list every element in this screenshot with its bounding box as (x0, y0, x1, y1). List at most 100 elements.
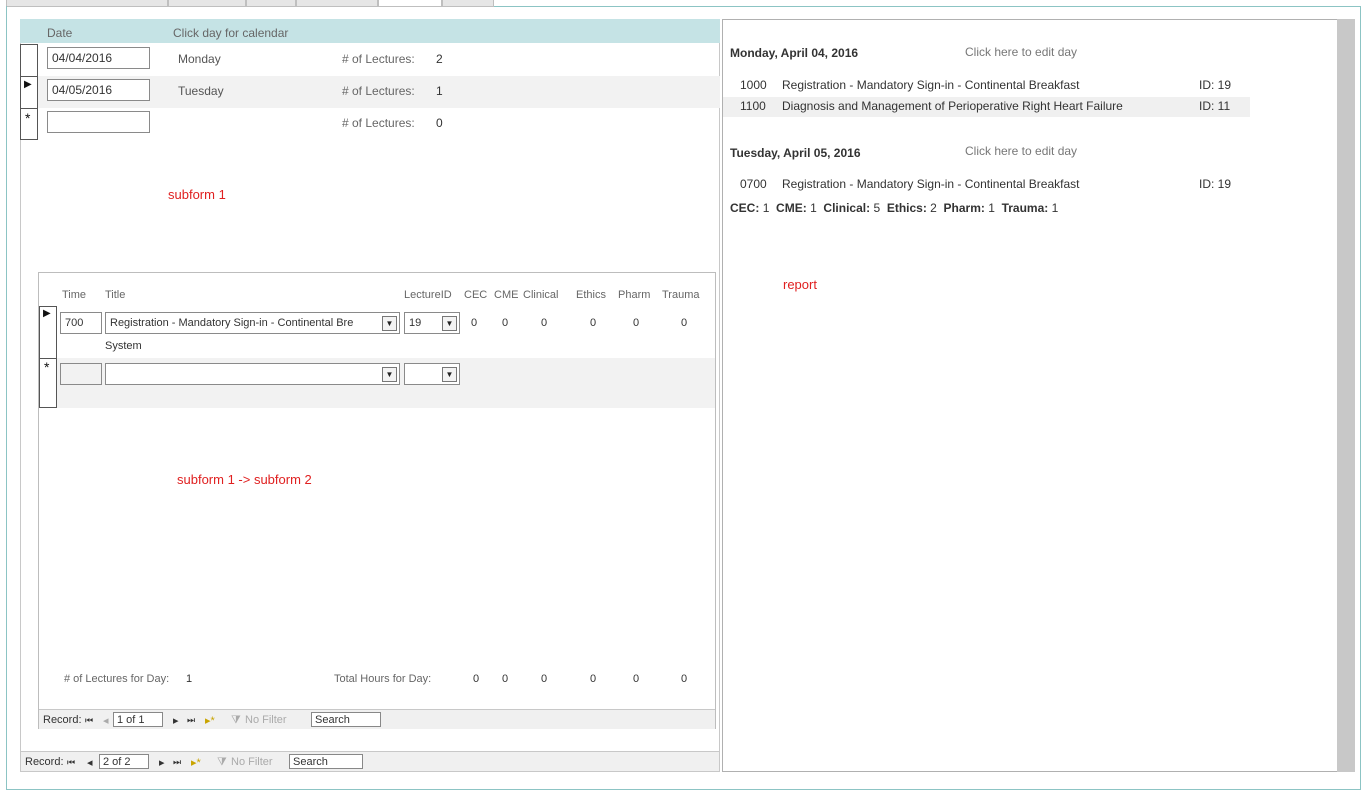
total-pharm-value: 1 (988, 201, 995, 215)
total-cme: 0 (502, 673, 509, 685)
ethics-value: 0 (590, 317, 597, 329)
subform-2-annotation: subform 1 -> subform 2 (177, 472, 312, 487)
new-record-nav-icon[interactable]: ▸* (191, 756, 201, 769)
date-field[interactable] (47, 111, 150, 133)
last-record-icon[interactable]: ⏭ (187, 715, 195, 726)
filter-icon[interactable]: ⧩ (231, 714, 241, 727)
lectures-label: # of Lectures: (342, 84, 415, 98)
report-item-row: 1100 Diagnosis and Management of Periope… (723, 97, 1250, 117)
total-clinical-value: 5 (873, 201, 881, 215)
report-totals: CEC: 1 CME: 1 Clinical: 5 Ethics: 2 Phar… (730, 201, 1058, 215)
filter-icon[interactable]: ⧩ (217, 756, 227, 769)
report-item-time: 1000 (740, 78, 767, 92)
report-item-title: Registration - Mandatory Sign-in - Conti… (782, 78, 1080, 92)
record-position-field[interactable]: 1 of 1 (113, 712, 163, 727)
subform-2: Time Title LectureID CEC CME Clinical Et… (38, 272, 716, 729)
total-cme-value: 1 (810, 201, 817, 215)
total-cec-label: CEC: (730, 201, 760, 215)
col-clinical: Clinical (523, 289, 559, 301)
new-record-icon: * (25, 110, 31, 126)
lectureid-dropdown-icon[interactable]: ▼ (442, 367, 457, 382)
current-record-icon: ▶ (43, 308, 51, 319)
no-filter-button[interactable]: No Filter (245, 714, 287, 726)
lectures-label: # of Lectures: (342, 116, 415, 130)
report-item-row: 0700 Registration - Mandatory Sign-in - … (723, 174, 1250, 194)
lecture-row-new: * ▼ ▼ (39, 358, 715, 408)
new-record-icon: * (44, 359, 50, 375)
pharm-value: 0 (633, 317, 640, 329)
time-field[interactable] (60, 363, 102, 385)
search-input[interactable]: Search (311, 712, 381, 727)
subform-1-annotation: subform 1 (168, 187, 226, 202)
col-title: Title (105, 289, 126, 301)
subform-1-header: Date Click day for calendar (20, 19, 720, 43)
record-navigation-outer: Record: ⏮ ◂ 2 of 2 ▸ ⏭ ▸* ⧩ No Filter Se… (21, 751, 719, 771)
report-item-time: 0700 (740, 177, 767, 191)
total-ethics-label: Ethics: (886, 201, 927, 215)
total-hours-label: Total Hours for Day: (334, 673, 432, 685)
total-pharm: 0 (633, 673, 640, 685)
lecture-sub-label: System (105, 340, 142, 352)
col-trauma: Trauma (662, 289, 700, 301)
lectureid-dropdown-icon[interactable]: ▼ (442, 316, 457, 331)
cme-value: 0 (502, 317, 509, 329)
new-record-selector[interactable]: * (39, 358, 57, 408)
date-field[interactable]: 04/04/2016 (47, 47, 150, 69)
report-annotation: report (783, 277, 817, 292)
record-selector[interactable]: ▶ (39, 306, 57, 358)
total-trauma-value: 1 (1051, 201, 1059, 215)
report-scrollbar[interactable] (1337, 19, 1355, 772)
no-filter-button[interactable]: No Filter (231, 756, 273, 768)
report-day-heading: Monday, April 04, 2016 (730, 46, 859, 60)
new-record-selector[interactable]: * (20, 108, 38, 140)
lectures-label: # of Lectures: (342, 52, 415, 66)
prev-record-icon[interactable]: ◂ (103, 714, 109, 727)
total-cec: 0 (473, 673, 480, 685)
record-position-field[interactable]: 2 of 2 (99, 754, 149, 769)
title-combo[interactable]: Registration - Mandatory Sign-in - Conti… (105, 312, 400, 334)
first-record-icon[interactable]: ⏮ (67, 757, 75, 768)
record-selector[interactable]: ▶ (20, 76, 38, 108)
col-cec: CEC (464, 289, 488, 301)
calendar-hint: Click day for calendar (173, 26, 289, 40)
lecture-row: ▶ 700 Registration - Mandatory Sign-in -… (39, 306, 715, 358)
record-navigation-inner: Record: ⏮ ◂ 1 of 1 ▸ ⏭ ▸* ⧩ No Filter Se… (39, 709, 715, 729)
col-cme: CME (494, 289, 519, 301)
report-item-title: Registration - Mandatory Sign-in - Conti… (782, 177, 1080, 191)
report-item-id: ID: 11 (1199, 99, 1231, 113)
report-item-id: ID: 19 (1199, 177, 1232, 191)
total-trauma: 0 (681, 673, 688, 685)
record-selector[interactable] (20, 44, 38, 76)
lectures-for-day-count: 1 (186, 673, 193, 685)
current-record-icon: ▶ (24, 79, 32, 90)
date-column-header: Date (47, 26, 73, 40)
edit-day-link[interactable]: Click here to edit day (965, 144, 1077, 158)
search-input[interactable]: Search (289, 754, 363, 769)
total-cec-value: 1 (762, 201, 770, 215)
new-record-nav-icon[interactable]: ▸* (205, 714, 215, 727)
report-item-time: 1100 (740, 99, 766, 113)
day-row: ▶ 04/05/2016 Tuesday # of Lectures: 1 (20, 76, 720, 108)
next-record-icon[interactable]: ▸ (173, 714, 179, 727)
title-dropdown-icon[interactable]: ▼ (382, 367, 397, 382)
total-ethics-value: 2 (930, 201, 937, 215)
col-ethics: Ethics (576, 289, 606, 301)
total-trauma-label: Trauma: (1001, 201, 1049, 215)
lectures-count: 0 (436, 116, 443, 130)
time-field[interactable]: 700 (60, 312, 102, 334)
col-time: Time (62, 289, 87, 301)
prev-record-icon[interactable]: ◂ (87, 756, 93, 769)
last-record-icon[interactable]: ⏭ (173, 757, 181, 768)
first-record-icon[interactable]: ⏮ (85, 715, 93, 726)
lectures-count: 1 (436, 84, 443, 98)
day-row: 04/04/2016 Monday # of Lectures: 2 (20, 44, 720, 76)
weekday-label: Tuesday (178, 84, 224, 98)
weekday-label: Monday (178, 52, 221, 66)
record-label: Record: (25, 756, 64, 768)
date-field[interactable]: 04/05/2016 (47, 79, 150, 101)
title-dropdown-icon[interactable]: ▼ (382, 316, 397, 331)
title-combo[interactable] (105, 363, 400, 385)
edit-day-link[interactable]: Click here to edit day (965, 45, 1077, 59)
report-item-id: ID: 19 (1199, 78, 1232, 92)
next-record-icon[interactable]: ▸ (159, 756, 165, 769)
